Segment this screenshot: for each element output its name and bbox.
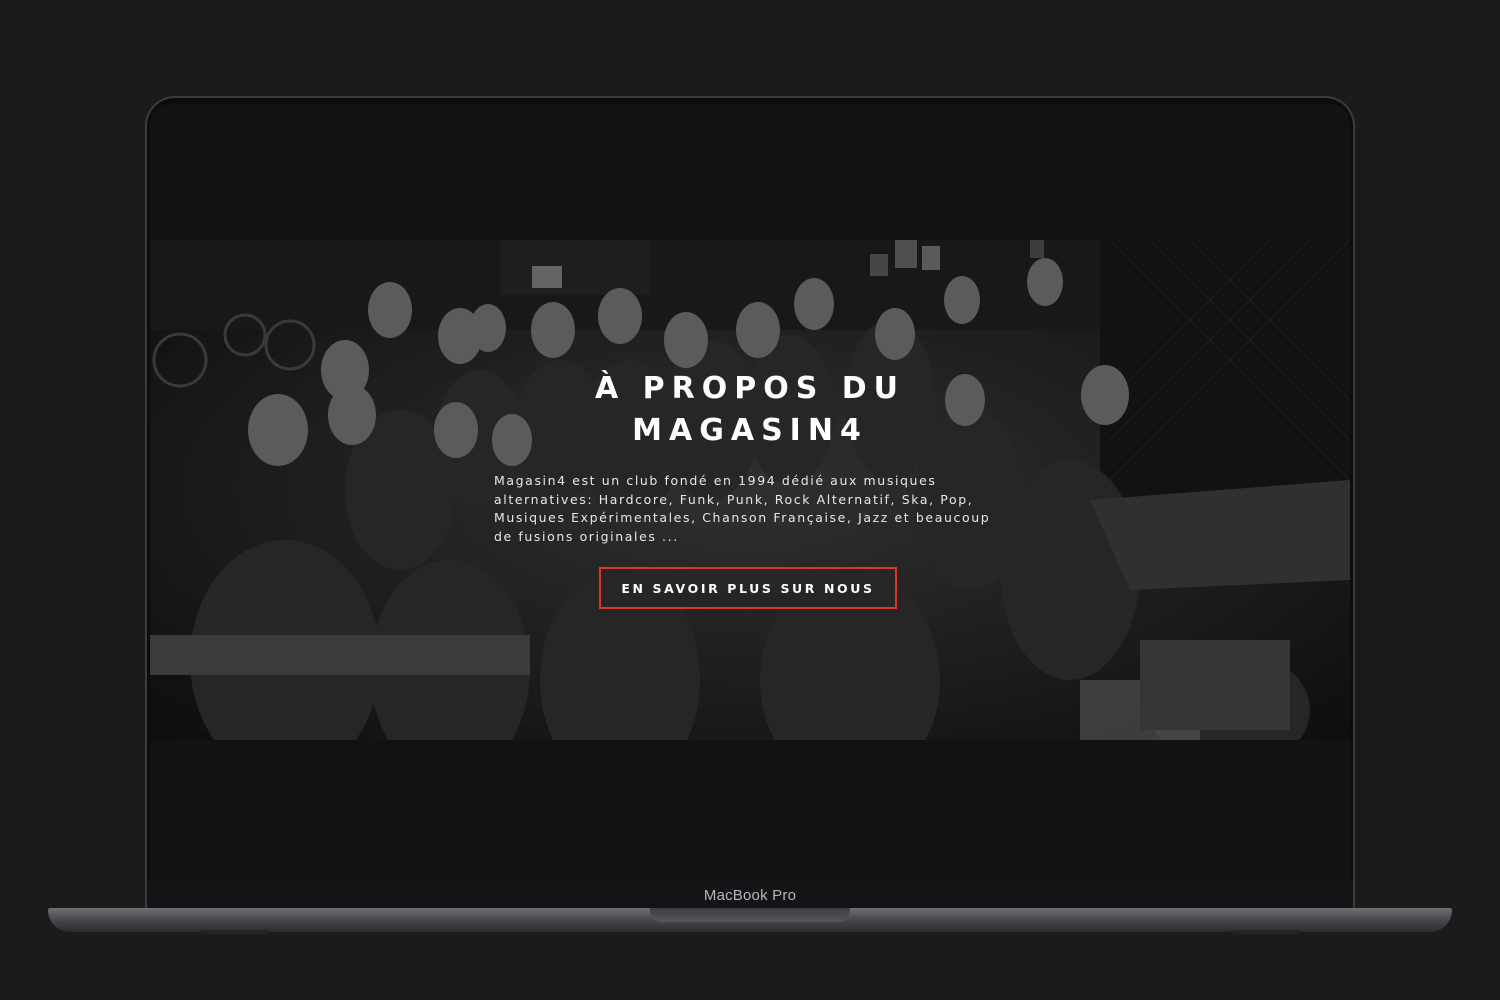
hero-title-line-1: À PROPOS DU	[594, 371, 906, 406]
mockup-stage: À PROPOS DU MAGASIN4 Magasin4 est un clu…	[0, 0, 1500, 1000]
hero-title-line-2: MAGASIN4	[632, 413, 868, 448]
learn-more-button[interactable]: EN SAVOIR PLUS SUR NOUS	[599, 567, 897, 609]
laptop-opening-notch	[650, 908, 850, 922]
laptop-foot-right	[1230, 930, 1300, 934]
laptop-screen: À PROPOS DU MAGASIN4 Magasin4 est un clu…	[150, 104, 1350, 880]
hero-title: À PROPOS DU MAGASIN4	[480, 368, 1020, 452]
laptop-foot-left	[200, 930, 270, 934]
hero-description: Magasin4 est un club fondé en 1994 dédié…	[494, 473, 991, 544]
model-label: MacBook Pro	[703, 887, 797, 904]
about-hero-section: À PROPOS DU MAGASIN4 Magasin4 est un clu…	[150, 240, 1350, 740]
